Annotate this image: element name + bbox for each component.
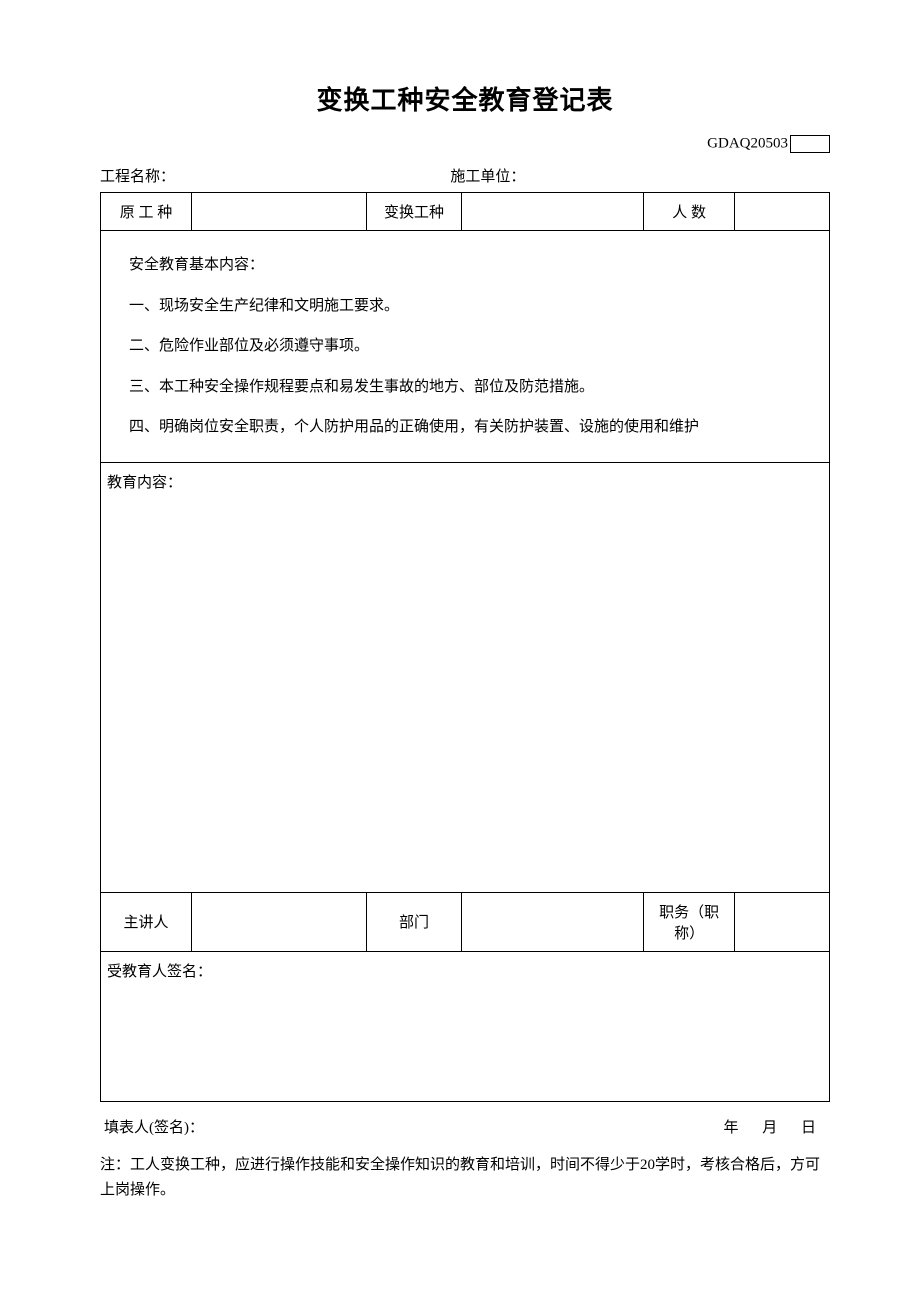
department-value[interactable] bbox=[461, 892, 643, 951]
footnote: 注：工人变换工种，应进行操作技能和安全操作知识的教育和培训，时间不得少于20学时… bbox=[100, 1153, 830, 1204]
row-work-types: 原 工 种 变换工种 人 数 bbox=[101, 193, 830, 231]
position-label: 职务（职称） bbox=[644, 892, 735, 951]
form-code-prefix: GDAQ20503 bbox=[707, 135, 788, 151]
basic-content-item-3: 三、本工种安全操作规程要点和易发生事故的地方、部位及防范措施。 bbox=[129, 367, 801, 408]
original-work-type-label: 原 工 种 bbox=[101, 193, 192, 231]
month-label: 月 bbox=[762, 1120, 777, 1136]
construction-unit-label: 施工单位： bbox=[450, 169, 525, 185]
page-title: 变换工种安全教育登记表 bbox=[100, 80, 830, 117]
project-name-label: 工程名称： bbox=[100, 169, 175, 185]
position-value[interactable] bbox=[735, 892, 830, 951]
education-content-heading: 教育内容： bbox=[107, 471, 823, 492]
footer-row: 填表人(签名)： 年 月 日 bbox=[100, 1116, 830, 1137]
basic-content-item-2: 二、危险作业部位及必须遵守事项。 bbox=[129, 326, 801, 367]
registration-table: 原 工 种 变换工种 人 数 安全教育基本内容： 一、现场安全生产纪律和文明施工… bbox=[100, 192, 830, 1102]
lecturer-value[interactable] bbox=[192, 892, 367, 951]
row-basic-content: 安全教育基本内容： 一、现场安全生产纪律和文明施工要求。 二、危险作业部位及必须… bbox=[101, 231, 830, 463]
row-education-content: 教育内容： bbox=[101, 462, 830, 892]
original-work-type-value[interactable] bbox=[192, 193, 367, 231]
row-trainee-signature: 受教育人签名： bbox=[101, 951, 830, 1101]
row-lecturer: 主讲人 部门 职务（职称） bbox=[101, 892, 830, 951]
department-label: 部门 bbox=[367, 892, 462, 951]
changed-work-type-label: 变换工种 bbox=[367, 193, 462, 231]
people-count-value[interactable] bbox=[735, 193, 830, 231]
lecturer-label: 主讲人 bbox=[101, 892, 192, 951]
changed-work-type-value[interactable] bbox=[461, 193, 643, 231]
day-label: 日 bbox=[801, 1120, 816, 1136]
form-code-row: GDAQ20503 bbox=[100, 135, 830, 153]
year-label: 年 bbox=[723, 1120, 738, 1136]
date-field: 年 月 日 bbox=[713, 1116, 826, 1137]
construction-unit-field: 施工单位： bbox=[450, 165, 830, 186]
trainee-signature-heading: 受教育人签名： bbox=[107, 960, 823, 981]
form-code-box[interactable] bbox=[790, 135, 830, 153]
basic-content-heading: 安全教育基本内容： bbox=[129, 245, 801, 286]
basic-content-item-1: 一、现场安全生产纪律和文明施工要求。 bbox=[129, 286, 801, 327]
project-name-field: 工程名称： bbox=[100, 165, 450, 186]
form-filler-label: 填表人(签名)： bbox=[104, 1116, 204, 1137]
basic-content-item-4: 四、明确岗位安全职责，个人防护用品的正确使用，有关防护装置、设施的使用和维护 bbox=[129, 407, 801, 448]
people-count-label: 人 数 bbox=[644, 193, 735, 231]
